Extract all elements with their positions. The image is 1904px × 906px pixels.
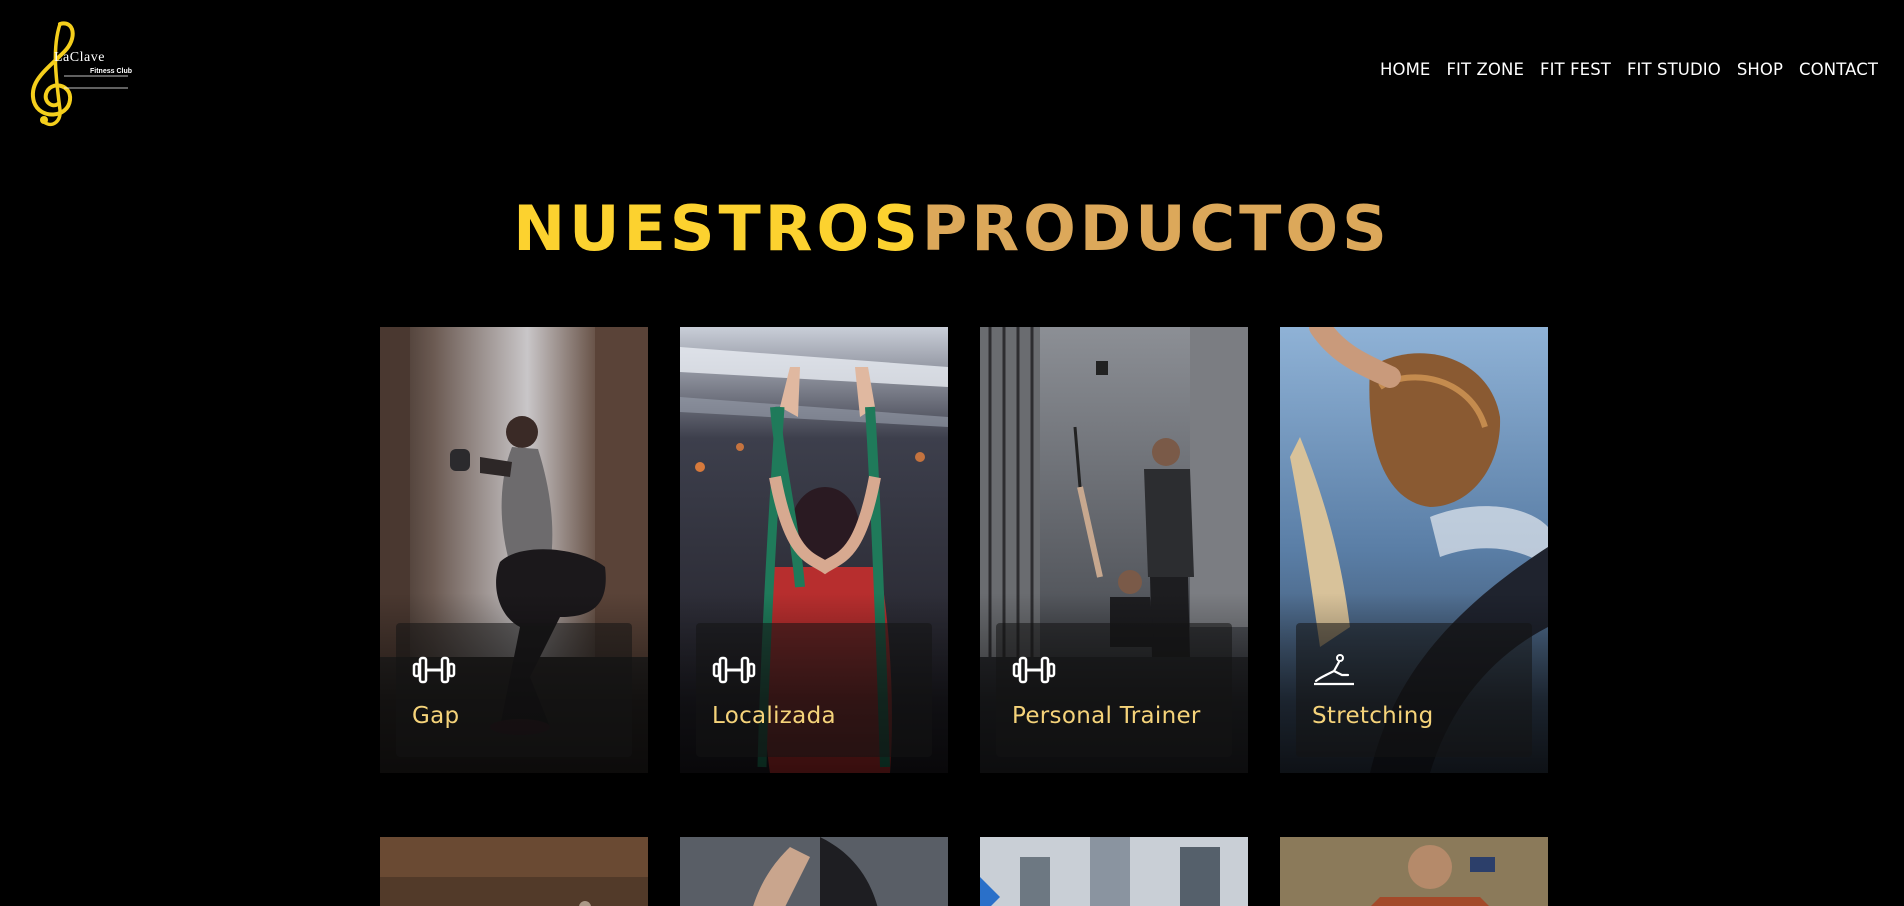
product-card-gap[interactable]: Gap [380, 327, 648, 773]
section-title-part2: PRODUCTOS [921, 192, 1391, 265]
product-card-personal-trainer[interactable]: Personal Trainer [980, 327, 1248, 773]
card-caption-panel: Gap [396, 623, 632, 757]
product-card-row2-3[interactable] [980, 837, 1248, 906]
product-label: Gap [412, 703, 460, 729]
product-label: Stretching [1312, 703, 1434, 729]
page: LaClave Fitness Club HOME FIT ZONE FIT F… [0, 0, 1904, 906]
card-photo [1280, 837, 1548, 906]
product-card-row2-2[interactable] [680, 837, 948, 906]
card-photo [380, 837, 648, 906]
card-photo [980, 837, 1248, 906]
product-label: Personal Trainer [1012, 703, 1201, 729]
dumbbell-icon [1012, 653, 1056, 687]
product-label: Localizada [712, 703, 836, 729]
card-caption-panel: Stretching [1296, 623, 1532, 757]
nav-fit-studio[interactable]: FIT STUDIO [1627, 60, 1721, 79]
section-title: NUESTROSPRODUCTOS [0, 198, 1904, 260]
logo[interactable]: LaClave Fitness Club [16, 18, 132, 130]
site-header: LaClave Fitness Club HOME FIT ZONE FIT F… [0, 0, 1904, 145]
card-caption-panel: Personal Trainer [996, 623, 1232, 757]
card-caption-panel: Localizada [696, 623, 932, 757]
nav-home[interactable]: HOME [1380, 60, 1430, 79]
dumbbell-icon [412, 653, 456, 687]
stretching-icon [1312, 653, 1356, 687]
section-title-part1: NUESTROS [513, 192, 922, 265]
logo-subtext: Fitness Club [90, 68, 133, 75]
nav-shop[interactable]: SHOP [1737, 60, 1783, 79]
product-card-row2-4[interactable] [1280, 837, 1548, 906]
nav-fit-fest[interactable]: FIT FEST [1540, 60, 1611, 79]
nav-fit-zone[interactable]: FIT ZONE [1446, 60, 1524, 79]
card-photo [680, 837, 948, 906]
main-nav: HOME FIT ZONE FIT FEST FIT STUDIO SHOP C… [1380, 60, 1878, 79]
product-card-row2-1[interactable] [380, 837, 648, 906]
logo-text: LaClave [54, 50, 105, 65]
nav-contact[interactable]: CONTACT [1799, 60, 1878, 79]
product-card-stretching[interactable]: Stretching [1280, 327, 1548, 773]
dumbbell-icon [712, 653, 756, 687]
product-card-localizada[interactable]: Localizada [680, 327, 948, 773]
